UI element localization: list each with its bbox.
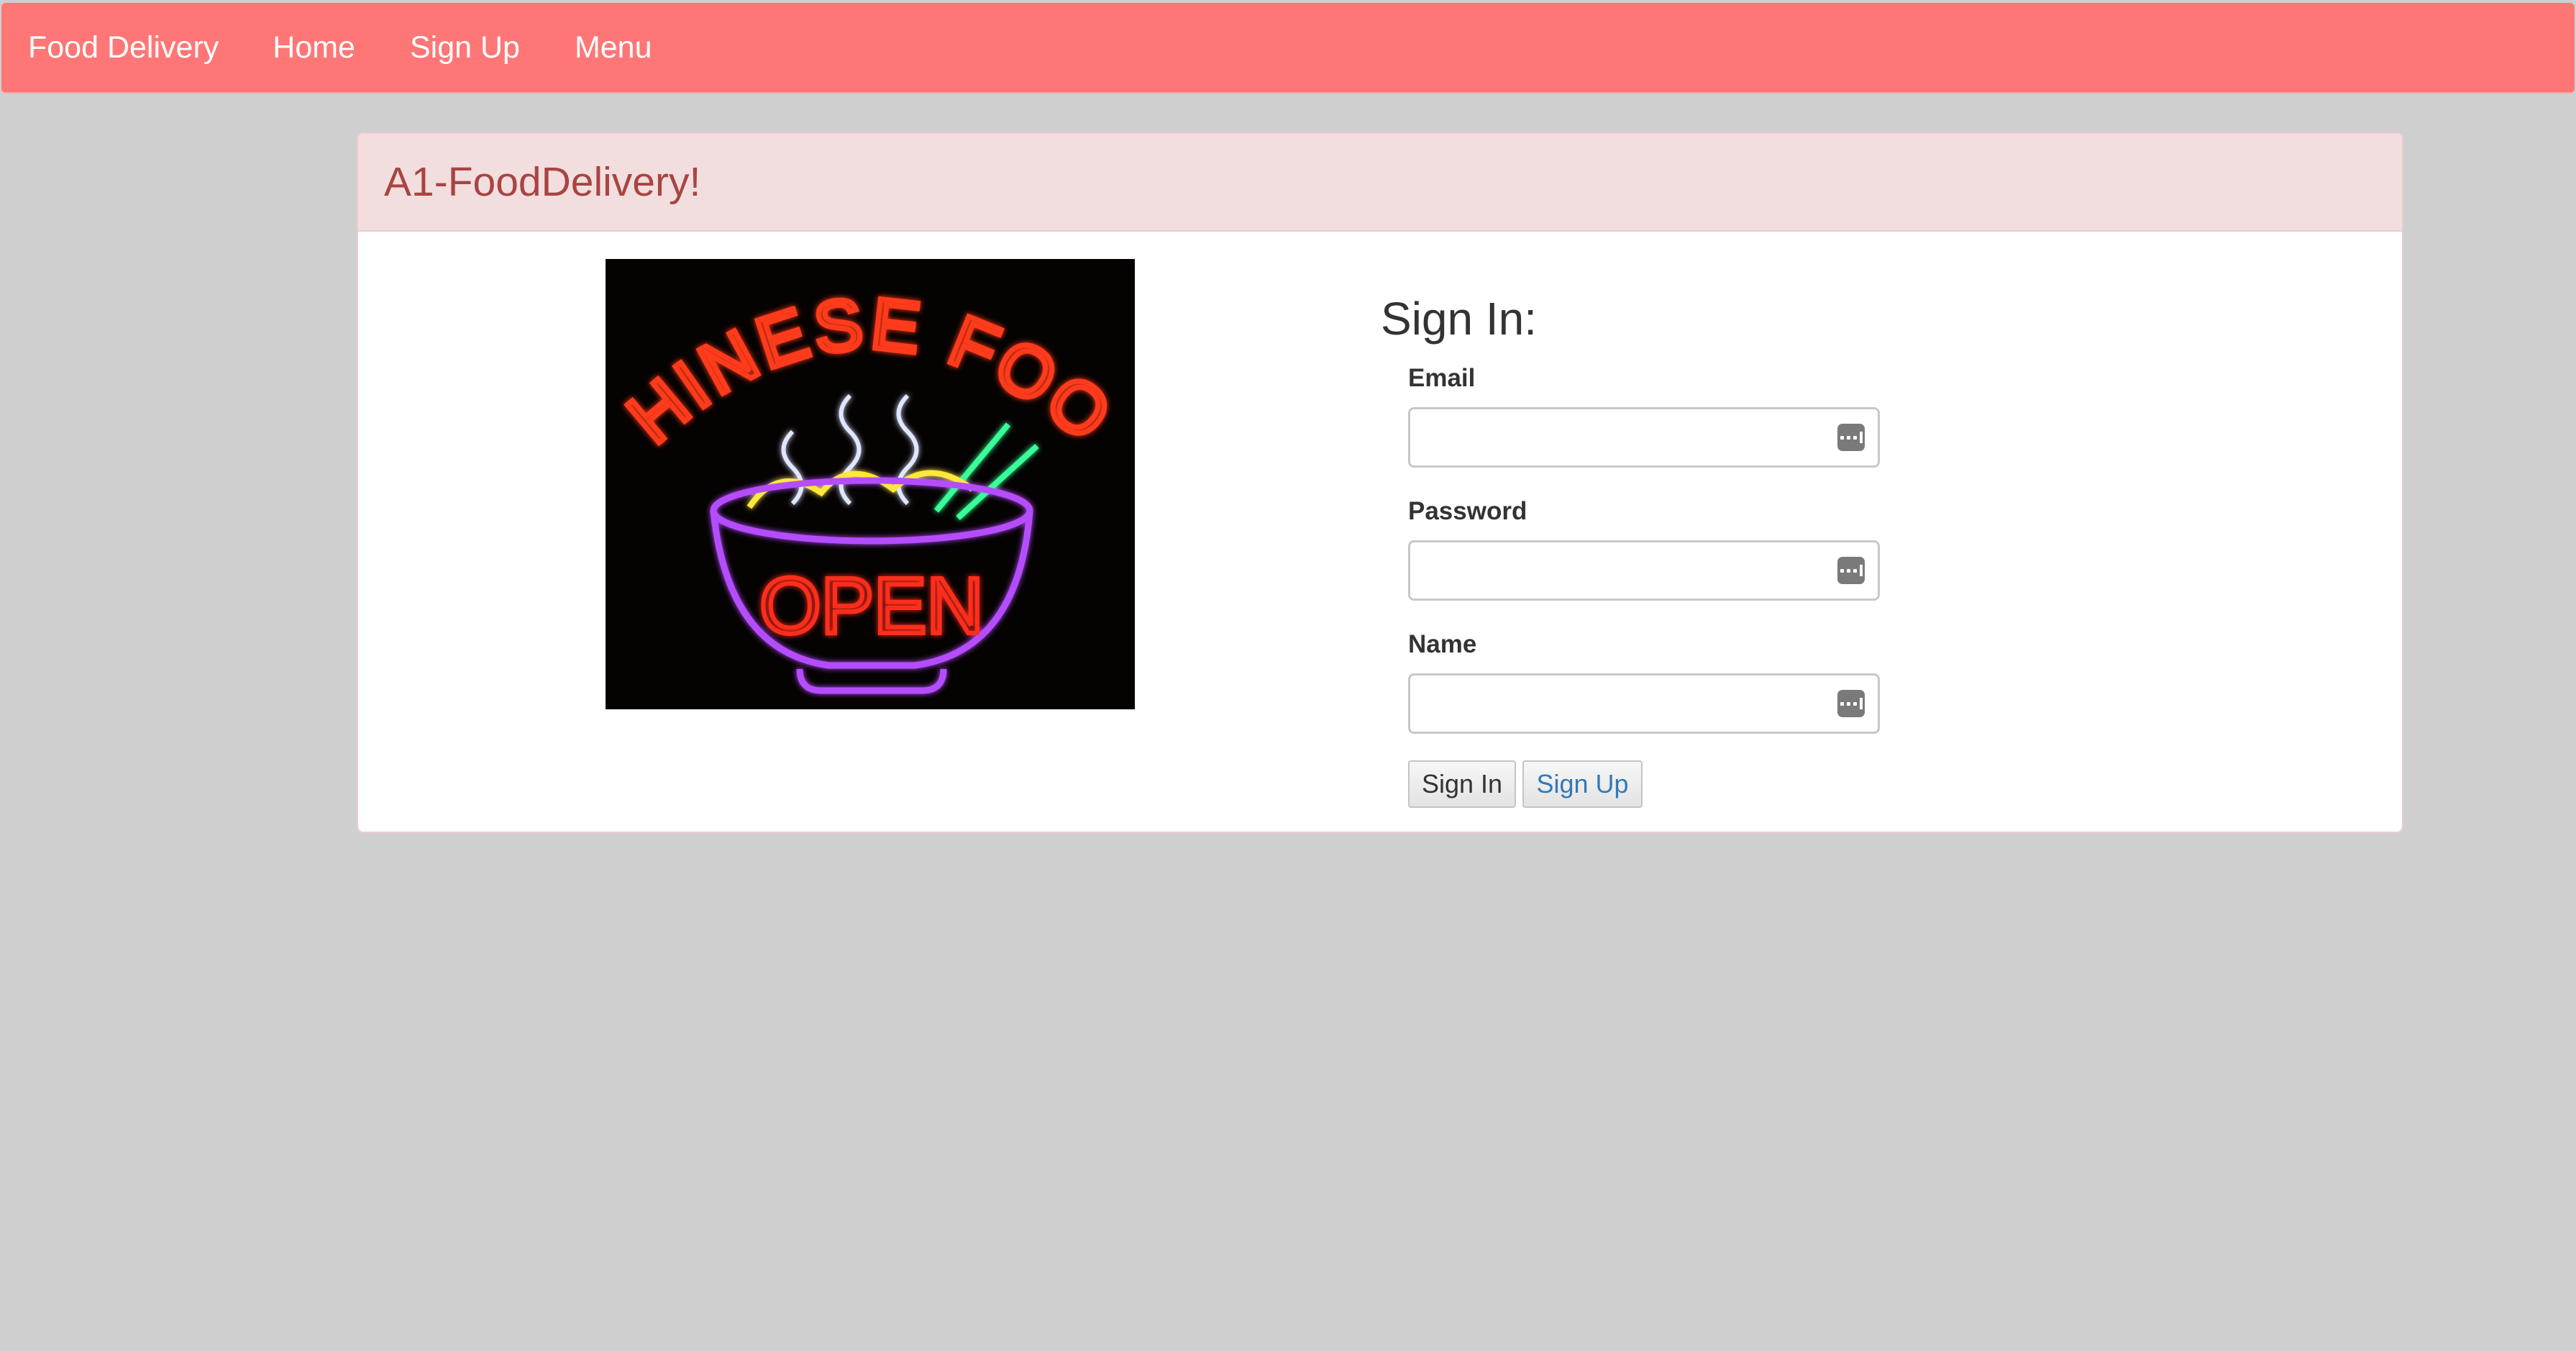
password-manager-key-icon[interactable] xyxy=(1837,690,1865,717)
sign-up-button[interactable]: Sign Up xyxy=(1522,760,1643,808)
top-navbar: Food Delivery Home Sign Up Menu xyxy=(1,3,2575,94)
name-label: Name xyxy=(1408,630,1477,658)
password-manager-key-icon[interactable] xyxy=(1837,424,1865,451)
name-input[interactable] xyxy=(1410,676,1878,732)
chinese-food-neon-sign-image: CHINESE FOOD OPEN xyxy=(606,259,1135,709)
name-field[interactable] xyxy=(1408,673,1880,734)
navbar-brand[interactable]: Food Delivery xyxy=(1,3,245,92)
nav-home-link[interactable]: Home xyxy=(245,3,383,92)
panel-title: A1-FoodDelivery! xyxy=(384,159,701,205)
email-label: Email xyxy=(1408,364,1476,392)
password-input[interactable] xyxy=(1410,542,1878,599)
email-field[interactable] xyxy=(1408,407,1880,468)
password-field[interactable] xyxy=(1408,540,1880,601)
sign-in-title: Sign In: xyxy=(1381,293,1538,345)
nav-signup-link[interactable]: Sign Up xyxy=(383,3,547,92)
password-label: Password xyxy=(1408,497,1527,525)
panel-heading: A1-FoodDelivery! xyxy=(358,134,2402,232)
sign-text-bottom: OPEN xyxy=(759,562,984,650)
main-panel: A1-FoodDelivery! CHINESE FOOD xyxy=(357,132,2403,833)
email-input[interactable] xyxy=(1410,409,1878,465)
password-manager-key-icon[interactable] xyxy=(1837,557,1865,584)
nav-menu-link[interactable]: Menu xyxy=(547,3,680,92)
sign-in-button[interactable]: Sign In xyxy=(1408,760,1516,808)
